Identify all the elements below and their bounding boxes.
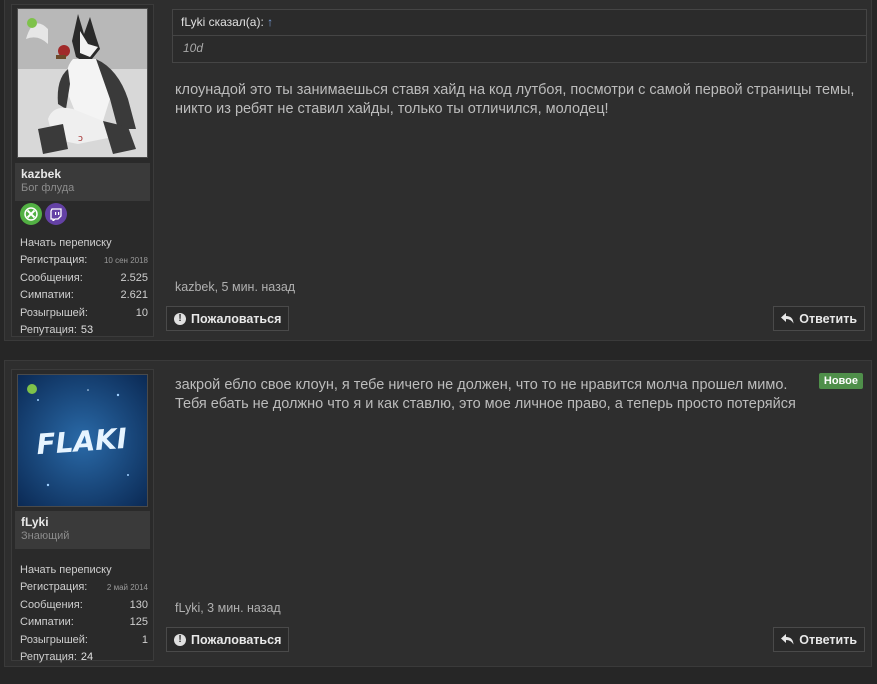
reply-label: Ответить	[799, 311, 857, 326]
post-kazbek: ↄ kazbek Бог флуда Начать переписку Реги…	[4, 0, 872, 341]
svg-text:FLAKI: FLAKI	[35, 422, 128, 461]
username[interactable]: kazbek	[21, 167, 144, 181]
report-button[interactable]: ! Пожаловаться	[166, 306, 290, 331]
post-message: закрой ебло свое клоун, я тебе ничего не…	[175, 377, 796, 412]
report-label: Пожаловаться	[191, 311, 282, 326]
online-indicator	[27, 18, 37, 28]
user-title: Бог флуда	[21, 182, 75, 194]
stat-reputation: Репутация: 24	[20, 651, 94, 663]
post-meta[interactable]: kazbek, 5 мин. назад	[175, 280, 295, 294]
user-name-box: fLyki Знающий	[15, 511, 150, 549]
user-stats: Начать переписку Регистрация: 2 май 2014…	[20, 562, 148, 667]
user-stats: Начать переписку Регистрация: 10 сен 201…	[20, 235, 148, 340]
stat-messages: Сообщения: 130	[20, 598, 148, 611]
quote-jump-arrow-icon[interactable]: ↑	[267, 15, 273, 29]
stat-registration: Регистрация: 10 сен 2018	[20, 254, 148, 266]
reply-label: Ответить	[799, 632, 857, 647]
reply-button[interactable]: Ответить	[773, 627, 865, 652]
new-post-badge: Новое	[818, 373, 863, 389]
wolf-avatar-image: ↄ	[18, 9, 147, 157]
quote-author: fLyki сказал(а):	[181, 15, 264, 29]
quote-header: fLyki сказал(а): ↑	[173, 10, 866, 36]
post-flyki: FLAKI fLyki Знающий Начать переписку Рег…	[4, 360, 872, 667]
stat-likes: Симпатии: 2.621	[20, 289, 148, 301]
post-message: клоунадой это ты занимаешься ставя хайд …	[175, 82, 855, 117]
xbox-icon[interactable]	[20, 203, 42, 225]
avatar[interactable]: FLAKI	[17, 374, 148, 507]
avatar[interactable]: ↄ	[17, 8, 148, 158]
username[interactable]: fLyki	[21, 515, 144, 529]
exclamation-icon: !	[174, 633, 186, 646]
stat-reputation: Репутация: 53	[20, 324, 94, 336]
reply-button[interactable]: Ответить	[773, 306, 865, 331]
exclamation-icon: !	[174, 312, 186, 325]
stat-likes: Симпатии: 125	[20, 616, 148, 628]
stat-giveaways: Розыгрышей: 1	[20, 633, 148, 646]
reply-arrow-icon	[781, 313, 794, 324]
stat-registration: Регистрация: 2 май 2014	[20, 581, 148, 593]
user-title: Знающий	[21, 530, 70, 542]
svg-text:ↄ: ↄ	[78, 134, 83, 144]
reply-arrow-icon	[781, 634, 794, 645]
user-name-box: kazbek Бог флуда	[15, 163, 150, 201]
twitch-icon[interactable]	[45, 203, 67, 225]
stat-giveaways: Розыгрышей: 10	[20, 306, 148, 319]
quote-text: 10d	[183, 41, 204, 55]
user-badges	[20, 203, 67, 225]
online-indicator	[27, 384, 37, 394]
user-panel: FLAKI fLyki Знающий Начать переписку Рег…	[11, 369, 154, 663]
flaki-avatar-image: FLAKI	[18, 375, 147, 506]
start-conversation-link[interactable]: Начать переписку	[20, 562, 148, 579]
user-panel: ↄ kazbek Бог флуда Начать переписку Реги…	[11, 4, 154, 337]
report-button[interactable]: ! Пожаловаться	[166, 627, 290, 652]
post-meta[interactable]: fLyki, 3 мин. назад	[175, 601, 281, 615]
report-label: Пожаловаться	[191, 632, 282, 647]
stat-messages: Сообщения: 2.525	[20, 271, 148, 284]
start-conversation-link[interactable]: Начать переписку	[20, 235, 148, 252]
quote-block: fLyki сказал(а): ↑ 10d	[172, 9, 867, 63]
